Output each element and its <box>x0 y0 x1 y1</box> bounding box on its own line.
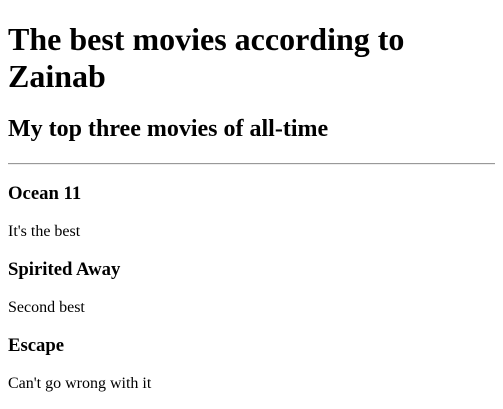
movie-comment: It's the best <box>8 223 81 240</box>
movie-title: Ocean 11 <box>8 183 82 204</box>
movie-comment: Second best <box>8 299 85 316</box>
page-subtitle: My top three movies of all-time <box>8 116 329 142</box>
movie-title: Spirited Away <box>8 259 121 280</box>
divider <box>8 163 495 165</box>
movie-comment: Can't go wrong with it <box>8 375 152 392</box>
movie-title: Escape <box>8 335 65 356</box>
page-title: The best movies according to Zainab <box>8 21 405 94</box>
